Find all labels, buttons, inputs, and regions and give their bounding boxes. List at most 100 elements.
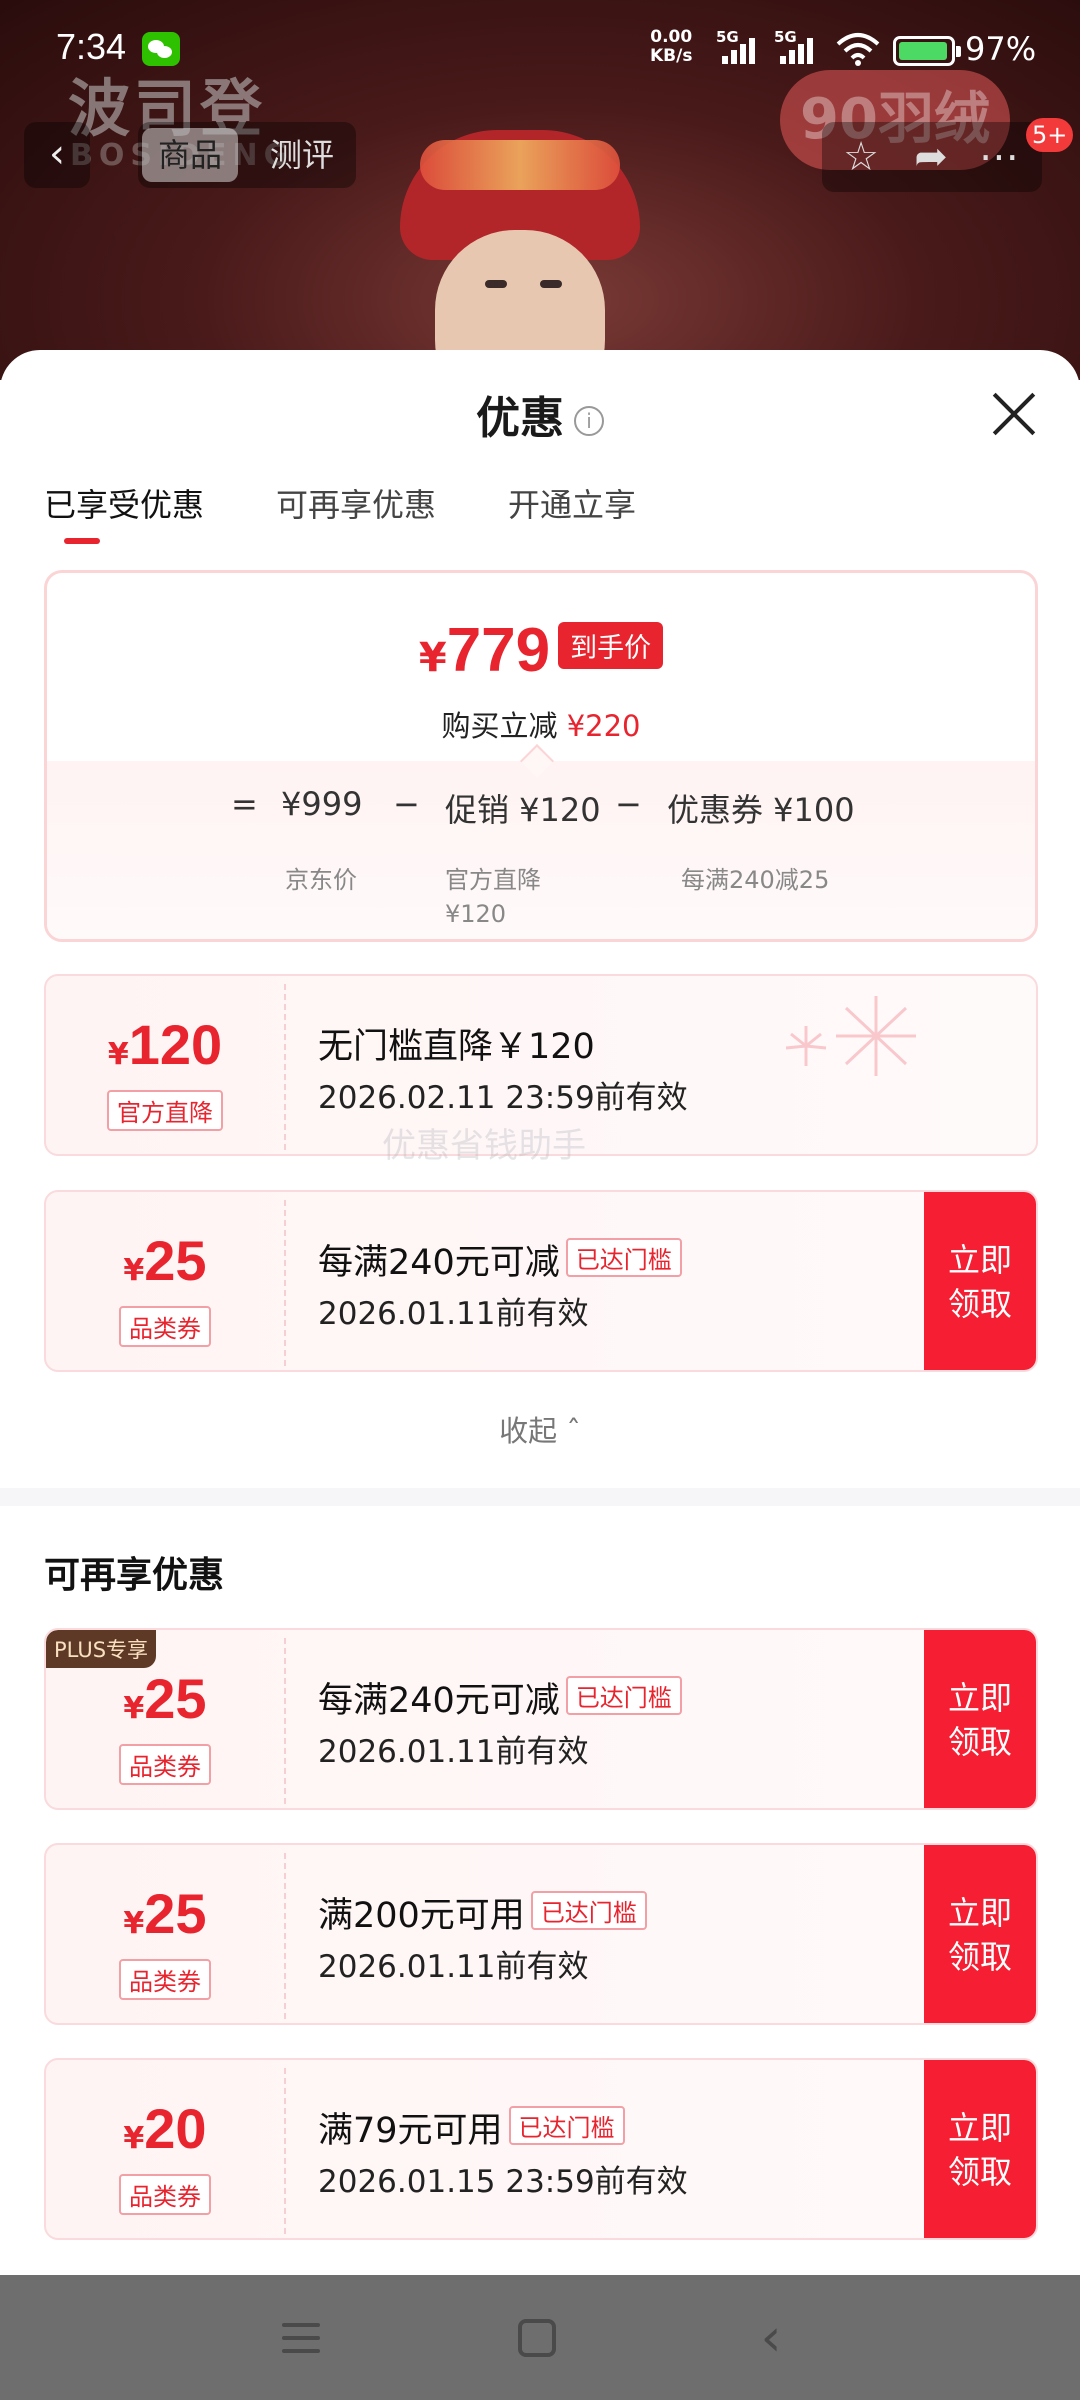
active-tab-indicator — [64, 538, 100, 544]
coupon-title-text: 满200元可用 — [318, 1896, 525, 1936]
coupon-card: ¥20 品类券 满79元可用 已达门槛 2026.01.15 23:59前有效 立… — [44, 2058, 1038, 2240]
coupon-amount: ¥25 — [46, 1881, 284, 1946]
coupon-card: PLUS专享 ¥25 品类券 每满240元可减 已达门槛 2026.01.11前有… — [44, 1628, 1038, 1810]
discount-validity: 2026.02.11 23:59前有效 — [318, 1080, 688, 1116]
formula-promo: 促销 ¥120 — [445, 791, 601, 829]
threshold-badge: 已达门槛 — [508, 2106, 625, 2145]
base-price-label: 京东价 — [285, 866, 357, 894]
claim-button[interactable]: 立即领取 — [924, 1192, 1036, 1370]
battery-percent: 97% — [965, 30, 1037, 68]
signal-label: 5G — [716, 28, 739, 46]
plus-exclusive-tag: PLUS专享 — [46, 1630, 157, 1668]
signal-label: 5G — [774, 28, 797, 46]
sheet-title: 优惠 i — [0, 382, 1080, 446]
fireworks-decoration — [785, 996, 916, 1076]
coupon-validity: 2026.01.11前有效 — [318, 1734, 589, 1770]
final-price-value: 779 — [446, 616, 551, 685]
coupon-amount-value: 20 — [144, 2097, 207, 2160]
currency-symbol: ¥ — [123, 1691, 145, 1726]
claim-button[interactable]: 立即领取 — [924, 1845, 1036, 2023]
final-price-tag: 到手价 — [558, 622, 664, 669]
formula-base-price: ¥999 — [281, 785, 363, 823]
close-button[interactable] — [990, 390, 1038, 438]
section-title: 可再享优惠 — [44, 1555, 225, 1596]
discount-label: 购买立减 — [441, 709, 558, 743]
coupon-type-badge: 品类券 — [119, 1306, 211, 1347]
currency-symbol: ¥ — [123, 1253, 145, 1288]
collapse-button[interactable]: 收起 ˆ — [0, 1408, 1080, 1450]
claim-button-label: 立即领取 — [948, 1679, 1013, 1761]
section-divider — [0, 1488, 1080, 1506]
claim-button-label: 立即领取 — [948, 1241, 1013, 1323]
wechat-notification-icon — [142, 32, 180, 66]
coupon-title-text: 每满240元可减 — [318, 1681, 560, 1721]
coupon-amount-value: 25 — [144, 1882, 207, 1945]
promo-label-line: 官方直降 — [445, 866, 541, 894]
network-speed-unit: KB/s — [650, 46, 693, 66]
message-count-badge: 5+ — [1026, 118, 1074, 152]
more-icon[interactable]: ⋯ — [972, 130, 1026, 184]
tab-product[interactable]: 商品 — [142, 128, 238, 182]
info-icon[interactable]: i — [574, 406, 604, 436]
network-speed-value: 0.00 — [650, 27, 693, 47]
signal-icon: 5G — [716, 28, 766, 64]
coupon-card: ¥25 品类券 满200元可用 已达门槛 2026.01.11前有效 立即领取 — [44, 1843, 1038, 2025]
claim-button[interactable]: 立即领取 — [924, 2060, 1036, 2238]
page-tabs: 商品 测评 — [138, 122, 356, 188]
back-button[interactable]: ‹ — [24, 122, 90, 188]
coupon-amount-value: 25 — [144, 1667, 207, 1730]
chevron-up-icon: ˆ — [566, 1414, 581, 1448]
currency-symbol: ¥ — [418, 635, 447, 681]
threshold-badge: 已达门槛 — [530, 1891, 647, 1930]
promo-label: 官方直降 ¥120 — [445, 863, 541, 931]
coupon-title: 满200元可用 已达门槛 — [318, 1887, 647, 1938]
discount-amount-value: 120 — [128, 1013, 223, 1076]
currency-symbol: ¥ — [123, 1906, 145, 1941]
model-photo — [380, 120, 660, 380]
threshold-badge: 已达门槛 — [565, 1676, 682, 1715]
coupon-amount: ¥25 — [46, 1666, 284, 1731]
coupon-amount: ¥20 — [46, 2096, 284, 2161]
coupon-title: 每满240元可减 已达门槛 — [318, 1672, 682, 1723]
discount-title: 无门槛直降￥120 — [318, 1027, 595, 1067]
back-icon[interactable]: ‹ — [746, 2312, 796, 2364]
tab-more[interactable]: 可再享优惠 — [276, 480, 436, 526]
coupon-title-text: 每满240元可减 — [318, 1243, 560, 1283]
status-time: 7:34 — [56, 26, 127, 67]
coupon-validity: 2026.01.11前有效 — [318, 1949, 589, 1985]
network-speed: 0.00 KB/s — [650, 28, 692, 66]
coupon-validity: 2026.01.11前有效 — [318, 1296, 589, 1332]
coupon-title: 每满240元可减 已达门槛 — [318, 1234, 682, 1285]
formula-minus: − — [615, 785, 642, 823]
total-discount: 购买立减 ¥220 — [47, 703, 1035, 745]
discount-type-badge: 官方直降 — [107, 1090, 223, 1131]
price-summary-card: ¥779 到手价 购买立减 ¥220 = ¥999 − 促销 ¥120 − 优惠券… — [44, 570, 1038, 942]
wifi-icon — [836, 33, 880, 66]
claim-button-label: 立即领取 — [948, 2109, 1013, 2191]
watermark-text: 优惠省钱助手 — [382, 1126, 586, 1166]
currency-symbol: ¥ — [123, 2121, 145, 2156]
claim-button[interactable]: 立即领取 — [924, 1630, 1036, 1808]
currency-symbol: ¥ — [107, 1037, 129, 1072]
system-navigation-bar: ‹ — [0, 2275, 1080, 2400]
tab-review[interactable]: 测评 — [254, 128, 350, 182]
coupon-title: 满79元可用 已达门槛 — [318, 2102, 625, 2153]
tab-enjoyed[interactable]: 已享受优惠 — [44, 480, 204, 526]
formula-minus: − — [393, 785, 420, 823]
formula-equals: = — [231, 785, 258, 823]
final-price: ¥779 到手价 — [47, 615, 1035, 686]
battery-icon — [893, 36, 961, 66]
coupon-card: ¥25 品类券 每满240元可减 已达门槛 2026.01.11前有效 立即领取 — [44, 1190, 1038, 1372]
home-icon[interactable] — [518, 2319, 556, 2357]
coupon-type-badge: 品类券 — [119, 1744, 211, 1785]
collapse-label: 收起 — [499, 1414, 558, 1448]
discount-amount: ¥120 — [46, 1012, 284, 1077]
tab-open[interactable]: 开通立享 — [508, 480, 636, 526]
coupon-amount-value: 25 — [144, 1229, 207, 1292]
coupon-type-badge: 品类券 — [119, 2174, 211, 2215]
share-icon[interactable]: ➦ — [904, 130, 958, 184]
favorite-star-icon[interactable]: ☆ — [834, 130, 888, 184]
sheet-title-text: 优惠 — [476, 393, 564, 444]
discount-sheet: 优惠 i 已享受优惠 可再享优惠 开通立享 ¥779 到手价 购买立减 ¥220 =… — [0, 350, 1080, 2275]
menu-icon[interactable] — [276, 2313, 326, 2363]
